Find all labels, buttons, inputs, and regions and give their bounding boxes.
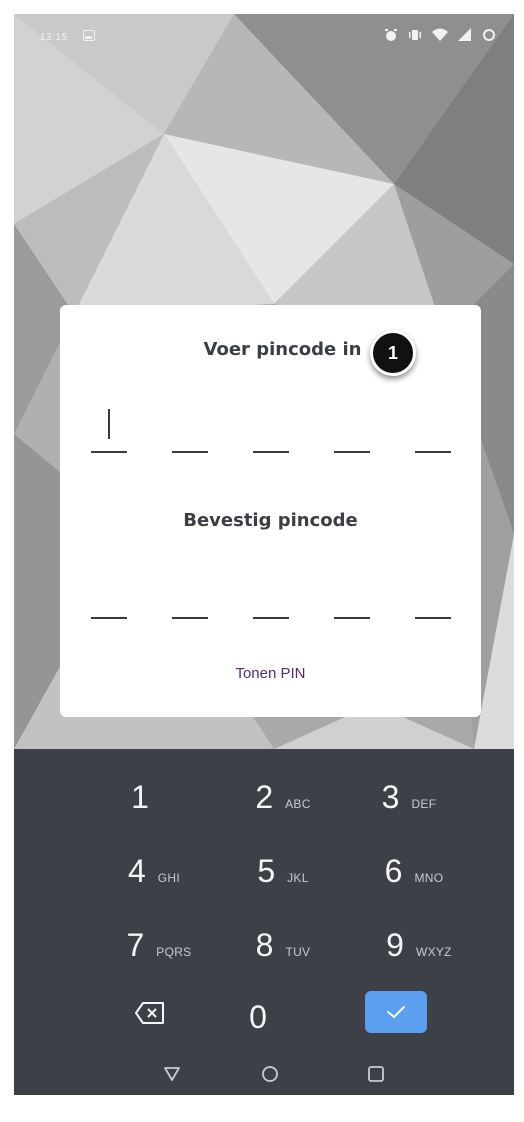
pin-dialog: Voer pincode in 1 Bevestig pincode Tonen… bbox=[60, 305, 481, 717]
text-cursor bbox=[108, 409, 110, 439]
alarm-icon bbox=[384, 28, 398, 45]
key-digit: 6 bbox=[384, 853, 403, 889]
sync-icon bbox=[482, 28, 496, 45]
backspace-icon bbox=[135, 1002, 164, 1024]
back-icon bbox=[164, 1067, 180, 1081]
numeric-keypad: 1 2 ABC 3 DEF 4 GHI 5 JKL 6 MNO 7 PQRS 8 bbox=[14, 749, 514, 1095]
pin-slot[interactable] bbox=[415, 617, 451, 619]
key-5[interactable]: 5 JKL bbox=[238, 853, 328, 905]
pin-slot[interactable] bbox=[91, 617, 127, 619]
status-time: 13:15 bbox=[40, 32, 68, 43]
enter-pin-title: Voer pincode in bbox=[203, 339, 362, 360]
key-digit: 9 bbox=[386, 927, 404, 963]
image-icon bbox=[83, 30, 95, 41]
key-1[interactable]: 1 bbox=[110, 779, 170, 831]
key-8[interactable]: 8 TUV bbox=[238, 927, 328, 979]
step-badge: 1 bbox=[370, 330, 416, 376]
pin-slot[interactable] bbox=[415, 451, 451, 453]
pin-slot[interactable] bbox=[253, 451, 289, 453]
key-digit: 1 bbox=[131, 779, 149, 815]
home-icon bbox=[262, 1066, 278, 1082]
key-digit: 2 bbox=[255, 779, 274, 815]
key-3[interactable]: 3 DEF bbox=[364, 779, 454, 831]
check-icon bbox=[387, 1006, 405, 1018]
home-button[interactable] bbox=[255, 1059, 285, 1089]
key-letters: WXYZ bbox=[415, 945, 452, 959]
pin-slot[interactable] bbox=[172, 451, 208, 453]
pin-slot[interactable] bbox=[334, 617, 370, 619]
key-letters: GHI bbox=[157, 871, 181, 885]
confirm-button[interactable] bbox=[365, 991, 427, 1033]
backspace-button[interactable] bbox=[126, 995, 174, 1031]
key-digit: 0 bbox=[249, 999, 267, 1035]
key-digit: 5 bbox=[257, 853, 276, 889]
pin-slot[interactable] bbox=[91, 409, 127, 453]
key-digit: 7 bbox=[126, 927, 145, 963]
show-pin-link[interactable]: Tonen PIN bbox=[60, 665, 481, 682]
back-button[interactable] bbox=[157, 1059, 187, 1089]
pin-entry-row[interactable] bbox=[91, 409, 451, 453]
key-letters: DEF bbox=[411, 797, 437, 811]
status-icons bbox=[384, 28, 496, 45]
key-9[interactable]: 9 WXYZ bbox=[364, 927, 474, 979]
key-letters: TUV bbox=[285, 945, 311, 959]
key-digit: 4 bbox=[127, 853, 146, 889]
key-letters: ABC bbox=[285, 797, 311, 811]
recents-icon bbox=[368, 1066, 384, 1082]
key-letters: PQRS bbox=[156, 945, 192, 959]
key-digit: 8 bbox=[255, 927, 274, 963]
key-6[interactable]: 6 MNO bbox=[364, 853, 464, 905]
key-7[interactable]: 7 PQRS bbox=[114, 927, 204, 979]
wifi-icon bbox=[432, 28, 448, 45]
key-2[interactable]: 2 ABC bbox=[238, 779, 328, 831]
key-letters: MNO bbox=[414, 871, 444, 885]
key-4[interactable]: 4 GHI bbox=[114, 853, 194, 905]
phone-screen: 13:15 Voer pincode in 1 Bevestig pincode… bbox=[14, 14, 514, 1095]
signal-icon bbox=[458, 28, 472, 45]
pin-slot[interactable] bbox=[172, 617, 208, 619]
pin-slot[interactable] bbox=[253, 617, 289, 619]
key-digit: 3 bbox=[381, 779, 400, 815]
status-bar: 13:15 bbox=[14, 14, 514, 58]
pin-confirm-row[interactable] bbox=[91, 617, 451, 619]
key-0[interactable]: 0 bbox=[238, 999, 278, 1051]
navigation-bar bbox=[14, 1049, 514, 1095]
recents-button[interactable] bbox=[361, 1059, 391, 1089]
vibrate-icon bbox=[408, 28, 422, 45]
confirm-pin-title: Bevestig pincode bbox=[183, 510, 358, 531]
key-letters: JKL bbox=[287, 871, 309, 885]
pin-slot[interactable] bbox=[334, 451, 370, 453]
